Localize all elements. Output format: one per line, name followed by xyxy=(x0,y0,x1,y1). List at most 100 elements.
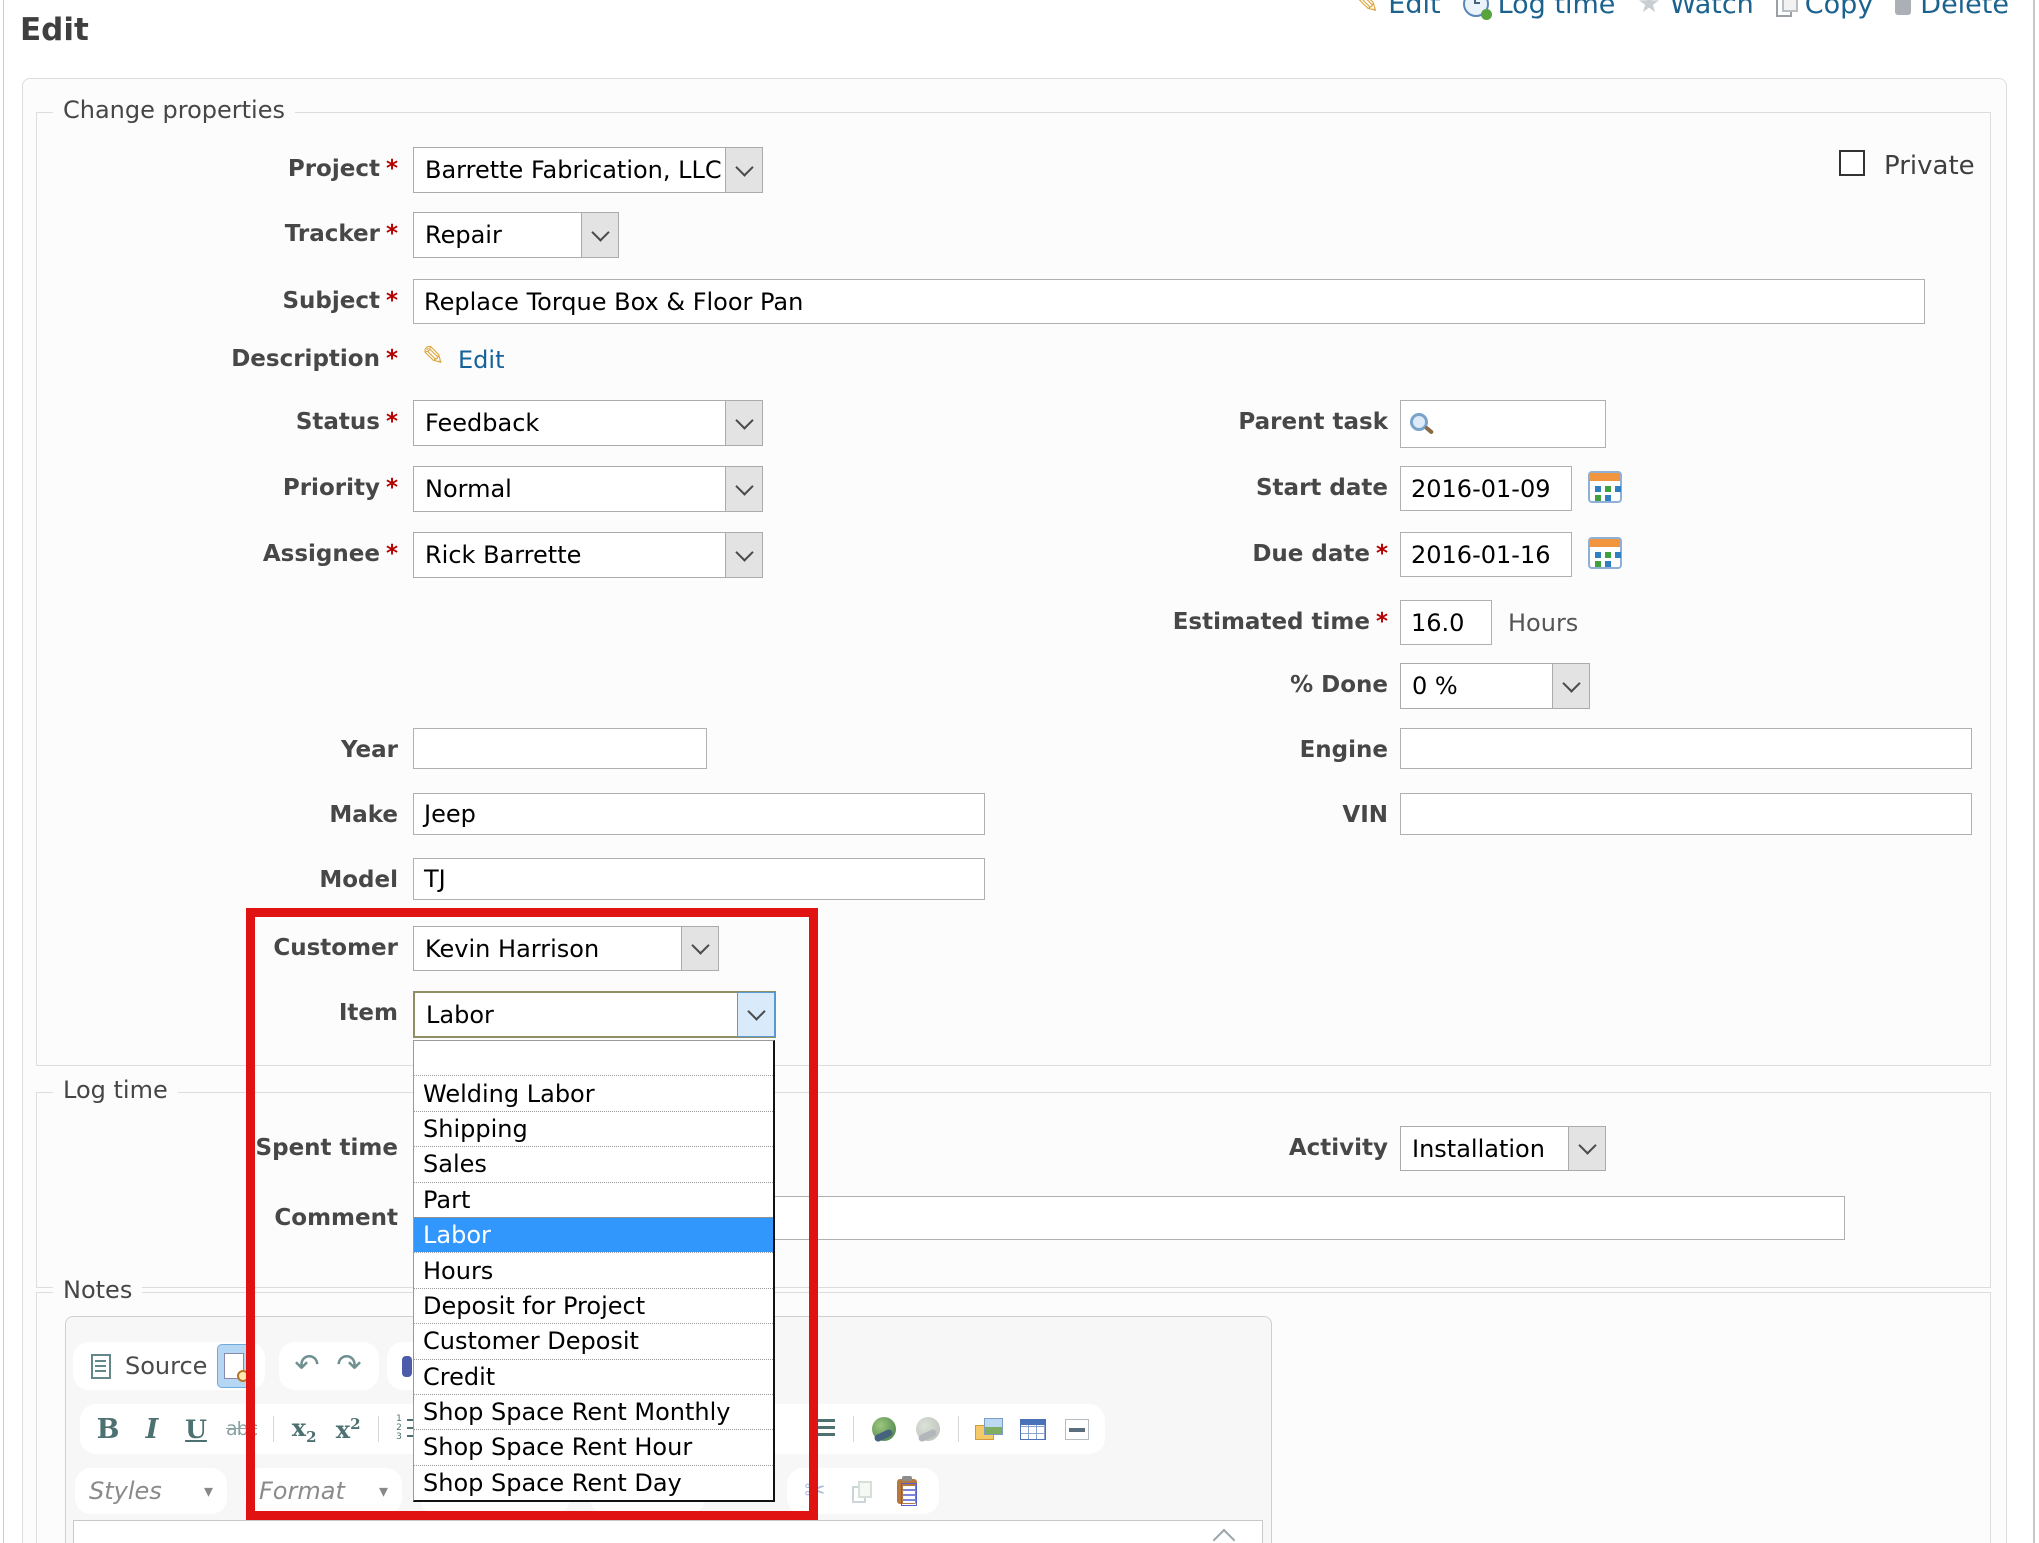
change-properties-legend: Change properties xyxy=(53,96,295,124)
vin-label: VIN xyxy=(1008,802,1388,828)
subscript-icon: x2 xyxy=(292,1413,317,1446)
unlink-icon xyxy=(916,1417,940,1441)
bold-button[interactable]: B xyxy=(94,1414,122,1445)
copy-link[interactable]: Copy xyxy=(1776,0,1874,20)
image-button[interactable] xyxy=(975,1418,1003,1440)
copy-button[interactable] xyxy=(847,1481,875,1502)
dropdown-option[interactable]: Part xyxy=(414,1182,773,1217)
private-checkbox[interactable] xyxy=(1839,150,1865,176)
make-input[interactable]: Jeep xyxy=(413,793,985,835)
cut-button[interactable]: ✂ xyxy=(801,1478,829,1504)
activity-select[interactable]: Installation xyxy=(1400,1126,1606,1171)
log-time-link[interactable]: Log time xyxy=(1463,0,1616,20)
source-button-label: Source xyxy=(125,1352,207,1380)
tracker-select[interactable]: Repair xyxy=(413,212,619,258)
due-date-label: Due date* xyxy=(1008,541,1388,567)
editor-content-area[interactable] xyxy=(73,1520,1263,1543)
copy-icon xyxy=(1776,0,1796,15)
calendar-icon[interactable] xyxy=(1588,471,1622,503)
dropdown-option[interactable] xyxy=(414,1041,773,1075)
subscript-button[interactable]: x2 xyxy=(290,1413,318,1446)
estimated-time-input[interactable]: 16.0 xyxy=(1400,600,1492,645)
paste-button[interactable] xyxy=(893,1479,921,1504)
redo-button[interactable]: ↷ xyxy=(335,1351,363,1381)
dropdown-option[interactable]: Credit xyxy=(414,1359,773,1394)
justify-icon xyxy=(811,1419,835,1440)
dropdown-option[interactable]: Hours xyxy=(414,1252,773,1287)
undo-icon: ↶ xyxy=(294,1351,319,1381)
chevron-down-icon xyxy=(581,213,618,257)
percent-done-select[interactable]: 0 % xyxy=(1400,663,1590,709)
pencil-icon: ✎ xyxy=(422,343,445,370)
dropdown-option[interactable]: Welding Labor xyxy=(414,1075,773,1110)
dropdown-option[interactable]: Shipping xyxy=(414,1111,773,1146)
private-label: Private xyxy=(1884,151,1975,181)
toolbar-group-undo: ↶ ↷ xyxy=(279,1342,379,1390)
dropdown-option[interactable]: Deposit for Project xyxy=(414,1288,773,1323)
item-select[interactable]: Labor xyxy=(413,991,776,1038)
horizontal-rule-icon xyxy=(1065,1419,1089,1440)
format-dropdown[interactable]: Format ▾ xyxy=(245,1468,402,1514)
chevron-down-icon xyxy=(737,992,775,1037)
priority-select[interactable]: Normal xyxy=(413,466,763,512)
edit-link[interactable]: ✎ Edit xyxy=(1357,0,1441,20)
bold-icon: B xyxy=(97,1414,120,1445)
project-label: Project* xyxy=(18,156,398,182)
scrollbar-edge[interactable] xyxy=(2033,0,2035,1543)
vin-input[interactable] xyxy=(1400,793,1972,835)
spent-time-label: Spent time xyxy=(18,1135,398,1161)
description-edit-link[interactable]: Edit xyxy=(458,346,504,374)
status-select[interactable]: Feedback xyxy=(413,400,763,446)
year-label: Year xyxy=(18,737,398,763)
customer-select[interactable]: Kevin Harrison xyxy=(413,926,719,971)
due-date-input[interactable]: 2016-01-16 xyxy=(1400,532,1572,577)
underline-button[interactable]: U xyxy=(182,1415,210,1444)
notes-legend: Notes xyxy=(53,1276,142,1304)
dropdown-option[interactable]: Shop Space Rent Day xyxy=(414,1465,773,1500)
dropdown-option[interactable]: Customer Deposit xyxy=(414,1323,773,1358)
redo-icon: ↷ xyxy=(336,1351,361,1381)
dropdown-option[interactable]: Sales xyxy=(414,1146,773,1181)
chevron-down-icon xyxy=(1568,1127,1605,1170)
unlink-button[interactable] xyxy=(914,1417,942,1441)
delete-link[interactable]: Delete xyxy=(1895,0,2009,20)
subject-input[interactable]: Replace Torque Box & Floor Pan xyxy=(413,279,1925,324)
styles-dropdown[interactable]: Styles ▾ xyxy=(75,1468,227,1514)
table-button[interactable] xyxy=(1019,1419,1047,1440)
source-button[interactable] xyxy=(87,1354,115,1379)
start-date-label: Start date xyxy=(1008,475,1388,501)
status-label: Status* xyxy=(18,409,398,435)
justify-button[interactable] xyxy=(809,1419,837,1440)
toolbar-divider xyxy=(958,1416,959,1442)
project-select[interactable]: Barrette Fabrication, LLC xyxy=(413,147,763,193)
italic-button[interactable]: I xyxy=(138,1414,166,1445)
dropdown-option-selected[interactable]: Labor xyxy=(414,1217,773,1252)
watch-link[interactable]: ★ Watch xyxy=(1637,0,1753,20)
superscript-icon: x2 xyxy=(336,1415,361,1444)
strikethrough-icon: abc xyxy=(226,1418,257,1440)
templates-button[interactable] xyxy=(217,1344,251,1388)
undo-button[interactable]: ↶ xyxy=(293,1351,321,1381)
chevron-down-icon xyxy=(725,401,762,445)
underline-icon: U xyxy=(185,1415,207,1444)
chevron-down-icon xyxy=(1552,664,1589,708)
chevron-down-icon xyxy=(681,927,718,970)
horizontal-rule-button[interactable] xyxy=(1063,1419,1091,1440)
dropdown-option[interactable]: Shop Space Rent Hour xyxy=(414,1429,773,1464)
superscript-button[interactable]: x2 xyxy=(334,1415,362,1444)
model-input[interactable]: TJ xyxy=(413,858,985,900)
year-input[interactable] xyxy=(413,728,707,769)
cut-icon: ✂ xyxy=(804,1478,826,1504)
chevron-down-icon xyxy=(725,467,762,511)
start-date-input[interactable]: 2016-01-09 xyxy=(1400,466,1572,511)
calendar-icon[interactable] xyxy=(1588,537,1622,569)
log-time-fieldset: Log time xyxy=(36,1092,1991,1288)
dropdown-option[interactable]: Shop Space Rent Monthly xyxy=(414,1394,773,1429)
assignee-select[interactable]: Rick Barrette xyxy=(413,532,763,578)
strikethrough-button[interactable]: abc xyxy=(226,1418,257,1440)
toolbar-divider xyxy=(853,1416,854,1442)
link-button[interactable] xyxy=(870,1417,898,1441)
table-icon xyxy=(1020,1419,1046,1440)
engine-input[interactable] xyxy=(1400,728,1972,769)
subject-label: Subject* xyxy=(18,288,398,314)
